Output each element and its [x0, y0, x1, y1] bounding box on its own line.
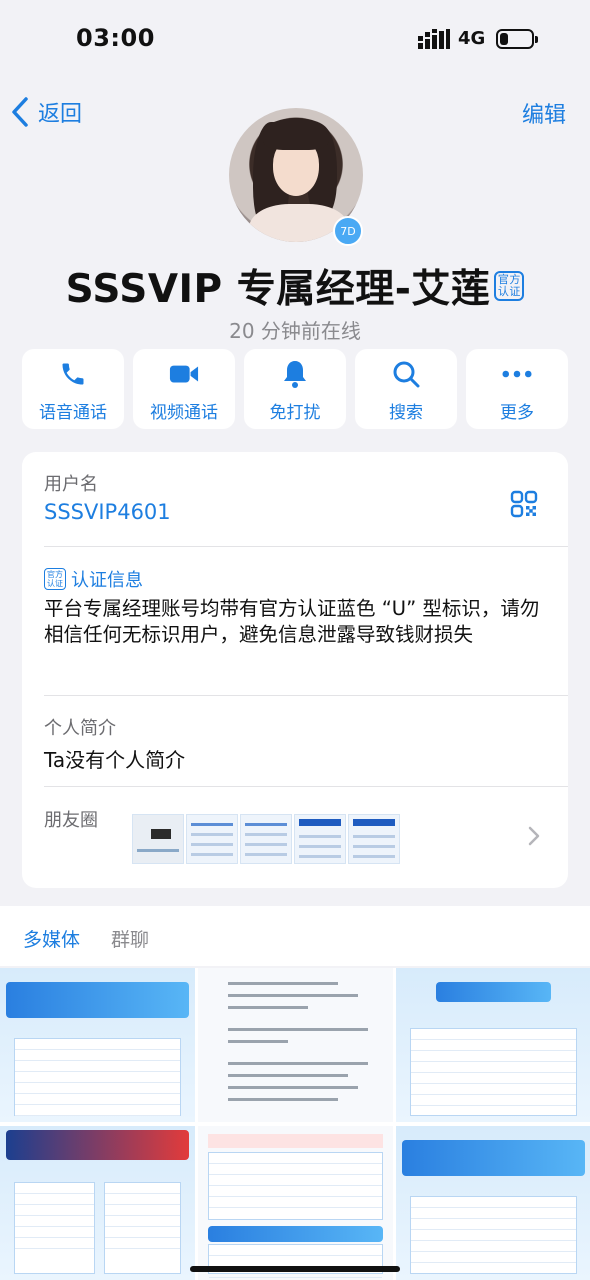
status-time: 03:00: [76, 24, 155, 52]
home-indicator[interactable]: [190, 1266, 400, 1272]
media-grid: [0, 968, 590, 1280]
bio-value: Ta没有个人简介: [44, 748, 186, 772]
moment-thumbnail: [240, 814, 292, 864]
voice-call-label: 语音通话: [39, 403, 107, 423]
moment-thumbnail: [132, 814, 184, 864]
moments-label: 朋友圈: [44, 810, 98, 831]
battery-level: [500, 33, 508, 45]
more-label: 更多: [500, 403, 534, 423]
moment-thumbnail: [348, 814, 400, 864]
phone-icon: [58, 359, 88, 389]
cert-info-title: 官方认证 认证信息: [44, 566, 143, 592]
back-button[interactable]: 返回: [10, 94, 82, 130]
media-thumbnail[interactable]: [0, 1126, 195, 1280]
username-value[interactable]: SSSVIP4601: [44, 500, 171, 524]
media-thumbnail[interactable]: [198, 1126, 393, 1280]
network-label: 4G: [458, 28, 486, 49]
last-seen-status: 20 分钟前在线: [229, 319, 361, 343]
tab-media[interactable]: 多媒体: [23, 925, 80, 952]
status-bar: 03:00 4G: [0, 0, 590, 80]
tab-groups[interactable]: 群聊: [111, 925, 149, 952]
avatar-badge: 7D: [333, 216, 363, 246]
chevron-left-icon: [12, 97, 28, 127]
battery-icon: [496, 29, 538, 49]
media-thumbnail[interactable]: [198, 968, 393, 1122]
moment-thumbnail: [294, 814, 346, 864]
search-button[interactable]: 搜索: [355, 349, 457, 429]
search-icon: [391, 359, 421, 389]
voice-call-button[interactable]: 语音通话: [22, 349, 124, 429]
profile-name: SSSVIP 专属经理-艾莲 官方认证: [0, 258, 590, 314]
mute-label: 免打扰: [269, 403, 321, 423]
signal-icon: [418, 29, 450, 49]
official-cert-badge: 官方认证: [44, 568, 66, 590]
bio-label: 个人简介: [44, 718, 116, 739]
video-call-label: 视频通话: [150, 403, 218, 423]
media-tabs-bar: [0, 906, 590, 966]
back-label: 返回: [38, 102, 83, 127]
chevron-right-icon: [528, 826, 540, 846]
cert-info-text: 平台专属经理账号均带有官方认证蓝色 “U” 型标识，请勿相信任何无标识用户，避免…: [44, 597, 540, 646]
more-button[interactable]: 更多: [466, 349, 568, 429]
official-verified-badge: 官方认证: [494, 271, 525, 301]
media-thumbnail[interactable]: [0, 968, 195, 1122]
edit-button[interactable]: 编辑: [522, 97, 566, 129]
video-icon: [169, 359, 199, 389]
cert-info-label: 认证信息: [71, 570, 143, 591]
qr-code-icon[interactable]: [510, 490, 538, 518]
media-thumbnail[interactable]: [396, 1126, 590, 1280]
media-thumbnail[interactable]: [396, 968, 590, 1122]
more-icon: [502, 359, 532, 389]
moment-thumbnail: [186, 814, 238, 864]
action-bar: 语音通话 视频通话 免打扰 搜索 更多: [22, 349, 568, 429]
video-call-button[interactable]: 视频通话: [133, 349, 235, 429]
moments-row[interactable]: 朋友圈: [22, 790, 568, 880]
profile-name-text: SSSVIP 专属经理-艾莲: [65, 267, 491, 312]
divider: [44, 786, 568, 787]
mute-button[interactable]: 免打扰: [244, 349, 346, 429]
username-label: 用户名: [44, 474, 98, 495]
bell-icon: [280, 359, 310, 389]
divider: [44, 546, 568, 547]
divider: [44, 695, 568, 696]
search-label: 搜索: [389, 403, 423, 423]
profile-info-card: 用户名 SSSVIP4601 官方认证 认证信息 平台专属经理账号均带有官方认证…: [22, 452, 568, 888]
